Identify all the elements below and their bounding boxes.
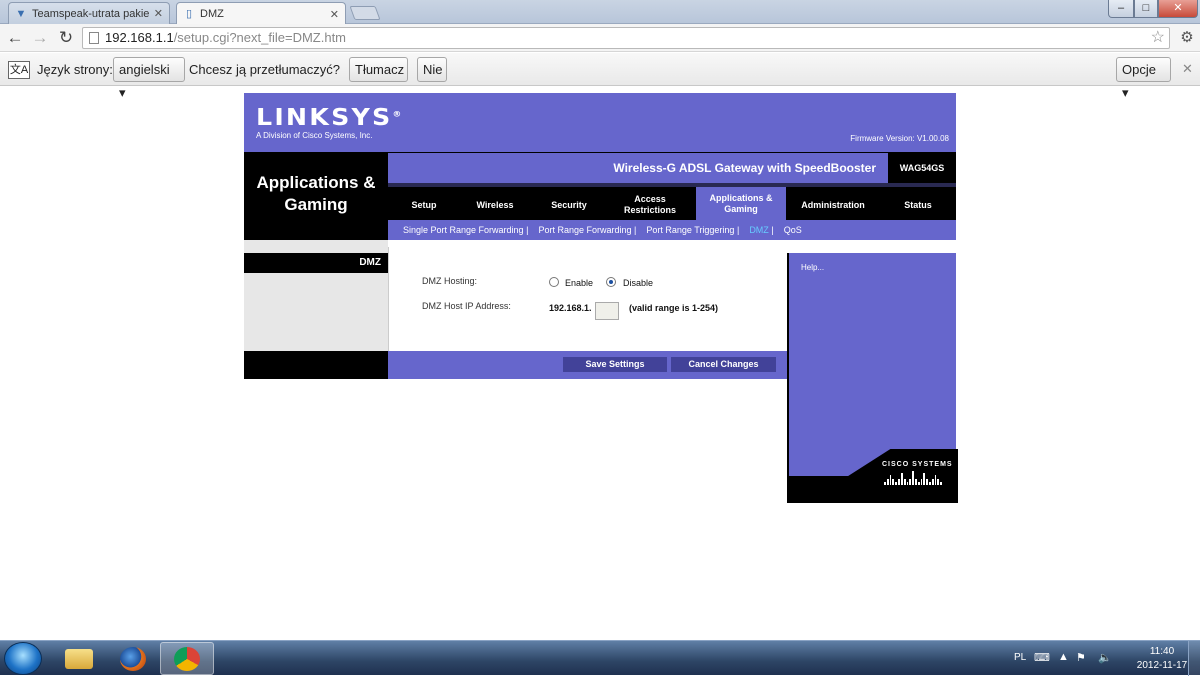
windows-taskbar: PL ⌨ ▲ ⚑ 🔈 11:40 2012-11-17 <box>0 640 1200 676</box>
left-footer <box>244 351 388 379</box>
page-favicon-icon: ▯ <box>185 8 193 20</box>
firmware-version: Firmware Version: V1.00.08 <box>850 134 949 143</box>
enable-label: Enable <box>565 278 594 288</box>
url-host: 192.168.1.1 <box>105 30 174 45</box>
minimize-button[interactable]: – <box>1108 0 1134 18</box>
translate-infobar: 文A Język strony: angielski ▾ Chcesz ją p… <box>0 53 1200 100</box>
new-tab-button[interactable] <box>349 6 381 20</box>
product-name: Wireless-G ADSL Gateway with SpeedBooste… <box>388 153 888 183</box>
url-path: /setup.cgi?next_file=DMZ.htm <box>173 30 347 45</box>
wrench-menu-icon[interactable]: ⚙ <box>1178 28 1196 48</box>
page-icon <box>89 32 99 44</box>
close-infobar-icon[interactable]: ✕ <box>1182 61 1193 77</box>
cisco-systems-logo-text: CISCO SYSTEMS <box>882 461 953 468</box>
action-center-flag-icon[interactable]: ⚑ <box>1076 651 1086 664</box>
taskbar-chrome[interactable] <box>160 642 214 675</box>
linksys-subtitle: A Division of Cisco Systems, Inc. <box>256 131 373 140</box>
tab-close-icon[interactable]: ✕ <box>330 8 339 21</box>
tab-setup[interactable]: Setup <box>394 190 454 220</box>
chrome-icon <box>174 646 200 671</box>
reload-icon[interactable]: ↻ <box>56 28 76 48</box>
show-hidden-icons-icon[interactable]: ▲ <box>1058 651 1069 663</box>
ip-prefix: 192.168.1. <box>549 303 592 313</box>
folder-icon <box>65 648 93 669</box>
model-number: WAG54GS <box>899 163 945 173</box>
tab-wireless[interactable]: Wireless <box>464 190 526 220</box>
taskbar-firefox[interactable] <box>106 642 160 675</box>
dmz-hosting-label: DMZ Hosting: <box>422 276 478 286</box>
section-title: Applications & Gaming <box>256 173 376 214</box>
start-button[interactable] <box>4 642 42 675</box>
dmz-host-ip-label: DMZ Host IP Address: <box>422 301 511 311</box>
maximize-button[interactable]: □ <box>1134 0 1158 18</box>
subnav-port-range-forwarding[interactable]: Port Range Forwarding <box>538 225 631 235</box>
no-translate-button[interactable]: Nie <box>417 57 447 82</box>
clock-date[interactable]: 2012-11-17 <box>1130 660 1194 671</box>
tab-status[interactable]: Status <box>884 190 952 220</box>
tab-access-restrictions[interactable]: Access Restrictions <box>614 190 686 220</box>
left-section-label: DMZ <box>244 253 388 273</box>
show-desktop-button[interactable] <box>1188 641 1200 676</box>
cisco-bars-icon <box>884 471 943 485</box>
taskbar-explorer[interactable] <box>52 642 106 675</box>
left-column-fill <box>244 273 388 351</box>
close-window-button[interactable]: ✕ <box>1158 0 1198 18</box>
translate-icon: 文A <box>8 61 30 79</box>
help-panel: Help... CISCO SYSTEMS <box>787 253 958 503</box>
dmz-form: DMZ Hosting: Enable Disable DMZ Host IP … <box>388 247 787 351</box>
tab-title: DMZ <box>200 8 224 20</box>
router-navbar: Applications & Gaming Wireless-G ADSL Ga… <box>244 152 956 240</box>
teamspeak-favicon-icon: ▼ <box>15 7 27 20</box>
cancel-changes-button[interactable]: Cancel Changes <box>671 357 776 372</box>
tab-title: Teamspeak-utrata pakietów <box>32 7 149 20</box>
enable-radio[interactable] <box>549 277 559 287</box>
page-language-label: Język strony: <box>37 62 113 77</box>
translate-question: Chcesz ją przetłumaczyć? <box>189 62 340 77</box>
dmz-host-ip-input[interactable] <box>595 302 619 320</box>
disable-radio[interactable] <box>606 277 616 287</box>
sub-navigation: Single Port Range Forwarding | Port Rang… <box>388 220 956 240</box>
subnav-port-range-triggering[interactable]: Port Range Triggering <box>646 225 734 235</box>
page-language-select[interactable]: angielski ▾ <box>113 57 185 100</box>
disable-label: Disable <box>623 278 654 288</box>
subnav-dmz[interactable]: DMZ <box>749 225 769 235</box>
tab-teamspeak[interactable]: ▼ Teamspeak-utrata pakietów ✕ <box>8 2 170 24</box>
system-tray: PL ⌨ ▲ ⚑ 🔈 11:40 2012-11-17 <box>1010 641 1200 676</box>
router-header: LINKSYS® A Division of Cisco Systems, In… <box>244 93 956 152</box>
address-bar[interactable]: 192.168.1.1/setup.cgi?next_file=DMZ.htm … <box>82 27 1170 49</box>
subnav-qos[interactable]: QoS <box>784 225 802 235</box>
tab-stripe <box>388 183 956 187</box>
browser-tab-strip: ▼ Teamspeak-utrata pakietów ✕ ▯ DMZ ✕ – … <box>0 0 1200 25</box>
back-arrow-icon[interactable]: ← <box>5 28 25 48</box>
tab-security[interactable]: Security <box>536 190 602 220</box>
firefox-icon <box>120 646 146 671</box>
save-settings-button[interactable]: Save Settings <box>563 357 667 372</box>
volume-icon[interactable]: 🔈 <box>1098 651 1112 664</box>
keyboard-icon[interactable]: ⌨ <box>1034 651 1050 664</box>
router-page: LINKSYS® A Division of Cisco Systems, In… <box>244 93 958 503</box>
browser-toolbar: ← → ↻ 192.168.1.1/setup.cgi?next_file=DM… <box>0 24 1200 52</box>
bookmark-star-icon[interactable]: ☆ <box>1151 28 1165 48</box>
forward-arrow-icon[interactable]: → <box>30 28 50 48</box>
options-button[interactable]: Opcje ▾ <box>1116 57 1171 100</box>
subnav-single-port-range-forwarding[interactable]: Single Port Range Forwarding <box>403 225 524 235</box>
linksys-logo: LINKSYS® <box>256 105 402 131</box>
valid-range-note: (valid range is 1-254) <box>629 303 719 313</box>
clock-time[interactable]: 11:40 <box>1140 646 1184 657</box>
tab-dmz[interactable]: ▯ DMZ ✕ <box>176 2 346 25</box>
translate-button[interactable]: Tłumacz <box>349 57 408 82</box>
tab-close-icon[interactable]: ✕ <box>154 7 163 20</box>
help-link[interactable]: Help... <box>801 263 824 272</box>
language-indicator[interactable]: PL <box>1014 652 1026 663</box>
tab-administration[interactable]: Administration <box>790 190 876 220</box>
left-spacer <box>244 240 388 253</box>
tab-applications-gaming[interactable]: Applications & Gaming <box>696 187 786 220</box>
